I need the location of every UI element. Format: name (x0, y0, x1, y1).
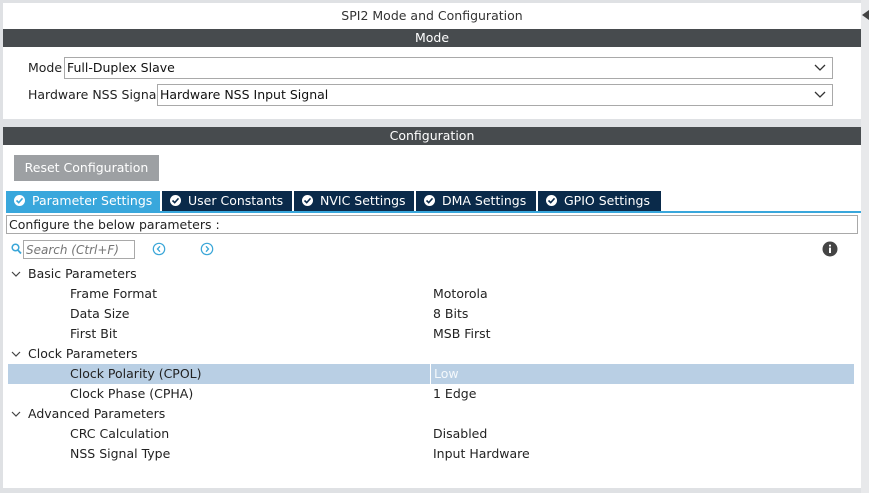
param-name: Data Size (70, 306, 130, 321)
param-value: Motorola (433, 286, 488, 301)
param-name: CRC Calculation (70, 426, 170, 441)
tab-nvic-settings[interactable]: NVIC Settings (294, 191, 414, 211)
param-row-first-bit[interactable]: First Bit MSB First (8, 324, 854, 344)
param-value: Input Hardware (433, 446, 530, 461)
check-circle-icon (170, 195, 181, 206)
configure-instruction: Configure the below parameters : (6, 215, 858, 234)
param-name: NSS Signal Type (70, 446, 171, 461)
hardware-nss-select[interactable]: Hardware NSS Input Signal (157, 84, 833, 106)
mode-label: Mode (28, 60, 63, 75)
tab-underline (6, 211, 861, 213)
hardware-nss-label: Hardware NSS Signal (28, 87, 160, 102)
vertical-scrollbar[interactable] (861, 0, 869, 493)
search-input[interactable] (23, 240, 135, 259)
search-toolbar (3, 239, 861, 261)
chevron-left-circle-icon[interactable] (152, 242, 166, 256)
param-row-data-size[interactable]: Data Size 8 Bits (8, 304, 854, 324)
param-value: 8 Bits (433, 306, 469, 321)
caret-down-icon[interactable] (11, 270, 21, 278)
mode-row: Mode Full-Duplex Slave (3, 57, 861, 79)
tab-user-constants[interactable]: User Constants (162, 191, 292, 211)
mode-select[interactable]: Full-Duplex Slave (64, 57, 833, 79)
group-clock-parameters[interactable]: Clock Parameters (8, 344, 854, 364)
param-row-crc-calculation[interactable]: CRC Calculation Disabled (8, 424, 854, 444)
tab-label: DMA Settings (442, 193, 527, 208)
param-value: 1 Edge (433, 386, 477, 401)
param-value-select[interactable]: Low (430, 364, 854, 384)
check-circle-icon (424, 195, 435, 206)
config-tabs: Parameter Settings User Constants NVIC S… (6, 191, 861, 211)
hardware-nss-row: Hardware NSS Signal Hardware NSS Input S… (3, 84, 861, 106)
tab-label: Parameter Settings (32, 193, 153, 208)
tab-label: NVIC Settings (320, 193, 406, 208)
tab-dma-settings[interactable]: DMA Settings (416, 191, 536, 211)
hardware-nss-select-value: Hardware NSS Input Signal (160, 87, 329, 102)
configuration-section-header: Configuration (3, 127, 861, 145)
tab-label: GPIO Settings (564, 193, 650, 208)
spi2-configuration-window: SPI2 Mode and Configuration Mode Mode Fu… (0, 0, 869, 493)
caret-down-icon[interactable] (11, 350, 21, 358)
mode-panel: Mode Full-Duplex Slave Hardware NSS Sign… (3, 47, 861, 119)
tab-parameter-settings[interactable]: Parameter Settings (6, 191, 160, 211)
tab-gpio-settings[interactable]: GPIO Settings (538, 191, 661, 211)
chevron-down-icon (814, 64, 826, 71)
window-title: SPI2 Mode and Configuration (3, 3, 861, 29)
param-value: Disabled (433, 426, 488, 441)
group-label: Advanced Parameters (28, 406, 166, 421)
group-label: Clock Parameters (28, 346, 138, 361)
scroll-up-arrow-icon[interactable] (861, 8, 869, 22)
param-name: First Bit (70, 326, 118, 341)
param-name: Frame Format (70, 286, 157, 301)
chevron-right-circle-icon[interactable] (200, 242, 214, 256)
group-advanced-parameters[interactable]: Advanced Parameters (8, 404, 854, 424)
param-row-clock-polarity[interactable]: Clock Polarity (CPOL) Low (8, 364, 854, 384)
param-row-frame-format[interactable]: Frame Format Motorola (8, 284, 854, 304)
check-circle-icon (14, 195, 25, 206)
check-circle-icon (546, 195, 557, 206)
search-icon (11, 243, 22, 255)
check-circle-icon (302, 195, 313, 206)
mode-select-value: Full-Duplex Slave (67, 60, 175, 75)
caret-down-icon[interactable] (11, 410, 21, 418)
param-row-nss-signal-type[interactable]: NSS Signal Type Input Hardware (8, 444, 854, 464)
group-label: Basic Parameters (28, 266, 137, 281)
configuration-panel: Reset Configuration Parameter Settings U… (3, 145, 861, 488)
tab-label: User Constants (188, 193, 284, 208)
param-name: Clock Phase (CPHA) (70, 386, 194, 401)
reset-configuration-button[interactable]: Reset Configuration (14, 155, 159, 181)
mode-section-header: Mode (3, 29, 861, 47)
info-icon[interactable] (822, 241, 838, 257)
group-basic-parameters[interactable]: Basic Parameters (8, 264, 854, 284)
param-row-clock-phase[interactable]: Clock Phase (CPHA) 1 Edge (8, 384, 854, 404)
chevron-down-icon (814, 91, 826, 98)
param-value: MSB First (433, 326, 491, 341)
param-name: Clock Polarity (CPOL) (70, 366, 202, 381)
